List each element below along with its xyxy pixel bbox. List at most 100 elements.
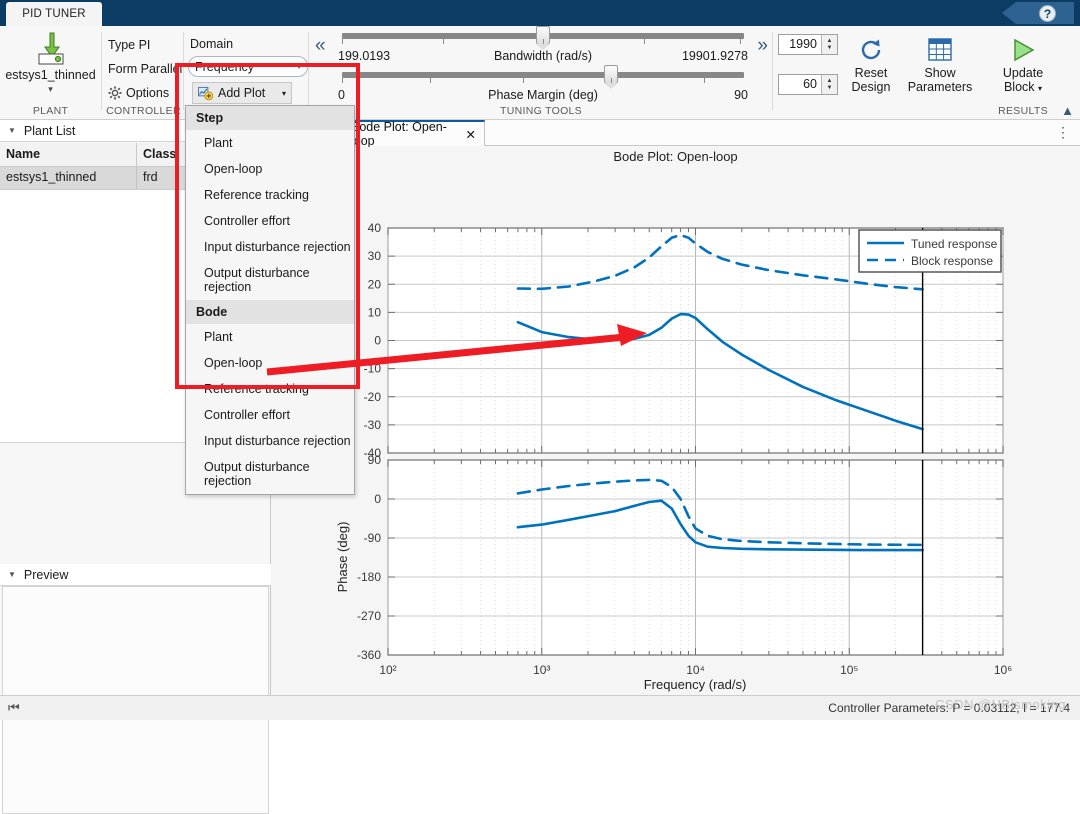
controller-options-button[interactable]: Options — [108, 86, 169, 100]
add-plot-button[interactable]: Add Plot ▾ — [192, 82, 292, 104]
y-tick-label: 10 — [368, 305, 382, 319]
plot-tab-bode-open-loop[interactable]: Bode Plot: Open-loop ✕ — [343, 120, 485, 148]
update-block-icon — [987, 34, 1059, 66]
ribbon-group-plant: estsys1_thinned ▾ PLANT — [0, 26, 101, 120]
plant-name-label[interactable]: estsys1_thinned — [0, 68, 101, 82]
plot-tab-bar: eference tracking ✕ Bode Plot: Open-loop… — [211, 119, 1080, 148]
ribbon-group-tuning-tools: « » 199.0193 Bandwidth (rad/s) 19901.927… — [310, 26, 772, 120]
x-tick-label: 10⁶ — [994, 663, 1012, 677]
x-axis-label: Frequency (rad/s) — [644, 677, 747, 692]
close-icon[interactable]: ✕ — [466, 127, 476, 142]
title-bar: PID TUNER ? — [0, 0, 1080, 26]
group-label-tuning-tools: TUNING TOOLS — [500, 105, 582, 117]
menu-item-bode-plant[interactable]: Plant — [186, 324, 354, 350]
menu-item-bode-reference-tracking[interactable]: Reference tracking — [186, 376, 354, 402]
stepper-up-icon[interactable]: ▲ — [827, 38, 833, 45]
menu-item-step-output-disturbance-rejection[interactable]: Output disturbance rejection — [186, 260, 354, 300]
phase-margin-max-label: 90 — [734, 88, 748, 102]
ribbon-divider-1 — [101, 32, 102, 110]
menu-item-step-reference-tracking[interactable]: Reference tracking — [186, 182, 354, 208]
add-plot-label: Add Plot — [218, 86, 266, 100]
domain-select[interactable]: Frequency ▾ — [188, 56, 308, 77]
import-plant-icon[interactable] — [33, 32, 69, 66]
bandwidth-slider[interactable]: 199.0193 Bandwidth (rad/s) 19901.9278 — [338, 26, 748, 65]
show-parameters-button[interactable]: Show Parameters — [903, 34, 977, 94]
stepper-down-icon[interactable]: ▼ — [827, 45, 833, 52]
ribbon-toolbar: estsys1_thinned ▾ PLANT Type PI Form Par… — [0, 26, 1080, 120]
stepper-down-icon[interactable]: ▼ — [827, 85, 833, 92]
phase-margin-label: Phase Margin (deg) — [488, 88, 598, 102]
phase-tick-labels: 90 0 -90 -180 -270 -360 — [357, 453, 381, 662]
group-label-controller: CONTROLLER — [106, 105, 181, 117]
collapse-triangle-icon[interactable]: ▼ — [8, 126, 16, 135]
controller-parameters-status: Controller Parameters: P = 0.03112, I = … — [828, 701, 1070, 715]
plant-dropdown-caret[interactable]: ▾ — [0, 84, 101, 95]
more-options-icon[interactable]: ⋮ — [1056, 124, 1070, 140]
plot-tab-label: Bode Plot: Open-loop — [351, 120, 447, 148]
navigate-first-icon[interactable]: ⏮ — [8, 700, 20, 716]
reset-design-label-1: Reset — [854, 66, 888, 80]
stepper-up-icon[interactable]: ▲ — [827, 78, 833, 85]
phase-margin-stepper-arrows[interactable]: ▲ ▼ — [821, 75, 837, 94]
bandwidth-stepper[interactable]: 1990 ▲ ▼ — [778, 34, 838, 55]
domain-label: Domain — [190, 37, 234, 51]
menu-item-bode-controller-effort[interactable]: Controller effort — [186, 402, 354, 428]
update-block-button[interactable]: Update Block ▾ — [987, 34, 1059, 96]
domain-selected-value: Frequency — [195, 59, 255, 74]
bandwidth-stepper-value[interactable]: 1990 — [779, 35, 821, 54]
phase-margin-slider[interactable]: 0 Phase Margin (deg) 90 — [338, 65, 748, 104]
y-tick-label: 40 — [368, 221, 382, 235]
chevron-down-icon[interactable]: ▾ — [1038, 84, 1042, 93]
menu-item-bode-input-disturbance-rejection[interactable]: Input disturbance rejection — [186, 428, 354, 454]
x-tick-label: 10³ — [533, 663, 550, 677]
legend-label-block: Block response — [911, 254, 993, 268]
ribbon-divider-4 — [772, 32, 773, 110]
phase-margin-stepper[interactable]: 60 ▲ ▼ — [778, 74, 838, 95]
chevron-down-icon: ▾ — [296, 62, 301, 71]
x-tick-label: 10⁵ — [840, 663, 858, 677]
app-tab-pid-tuner[interactable]: PID TUNER — [6, 2, 102, 26]
chevron-down-icon: ▾ — [281, 88, 286, 98]
phase-margin-stepper-value[interactable]: 60 — [779, 75, 821, 94]
show-parameters-icon — [903, 34, 977, 66]
ribbon-divider-3 — [308, 32, 309, 110]
preview-title: Preview — [23, 567, 69, 582]
menu-item-step-controller-effort[interactable]: Controller effort — [186, 208, 354, 234]
controller-form-label[interactable]: Form Parallel — [108, 62, 182, 76]
bode-plot-svg: 403020100-10-20-30-40 900-90-180-270-360… — [335, 221, 1012, 692]
app-tab-label: PID TUNER — [22, 8, 86, 20]
collapse-right-icon[interactable]: » — [757, 36, 768, 55]
help-icon[interactable]: ? — [1039, 5, 1056, 22]
collapse-triangle-icon[interactable]: ▼ — [8, 570, 16, 579]
update-block-label-1: Update — [1002, 66, 1044, 80]
update-block-label-2-text: Block — [1003, 80, 1035, 94]
phase-margin-slider-ticks — [342, 78, 744, 84]
menu-item-bode-open-loop[interactable]: Open-loop — [186, 350, 354, 376]
y-tick-label: 0 — [374, 492, 381, 506]
preview-header[interactable]: ▼ Preview — [0, 564, 271, 586]
controller-type-label[interactable]: Type PI — [108, 38, 150, 52]
menu-item-bode-output-disturbance-rejection[interactable]: Output disturbance rejection — [186, 454, 354, 494]
plot-title: Bode Plot: Open-loop — [613, 149, 738, 164]
plant-list-title: Plant List — [23, 123, 76, 138]
gear-icon — [108, 86, 122, 100]
help-banner — [1002, 2, 1074, 24]
menu-item-step-input-disturbance-rejection[interactable]: Input disturbance rejection — [186, 234, 354, 260]
menu-item-step-plant[interactable]: Plant — [186, 130, 354, 156]
reset-design-icon — [843, 34, 899, 66]
add-plot-dropdown-menu[interactable]: Step Plant Open-loop Reference tracking … — [185, 105, 355, 495]
collapse-ribbon-icon[interactable]: ▲ — [1061, 103, 1074, 118]
reset-design-button[interactable]: Reset Design — [843, 34, 899, 94]
controller-options-label: Options — [126, 86, 170, 100]
column-header-name[interactable]: Name — [0, 143, 137, 166]
y-tick-label: -20 — [364, 390, 382, 404]
y-tick-label: -90 — [364, 531, 382, 545]
bandwidth-stepper-arrows[interactable]: ▲ ▼ — [821, 35, 837, 54]
y-tick-label: -10 — [364, 362, 382, 376]
y-tick-label: 90 — [368, 453, 382, 467]
collapse-left-icon[interactable]: « — [315, 36, 326, 55]
menu-item-step-open-loop[interactable]: Open-loop — [186, 156, 354, 182]
x-tick-label: 10⁴ — [686, 663, 705, 677]
y-tick-label: -180 — [357, 570, 381, 584]
group-label-results: RESULTS — [998, 105, 1048, 117]
